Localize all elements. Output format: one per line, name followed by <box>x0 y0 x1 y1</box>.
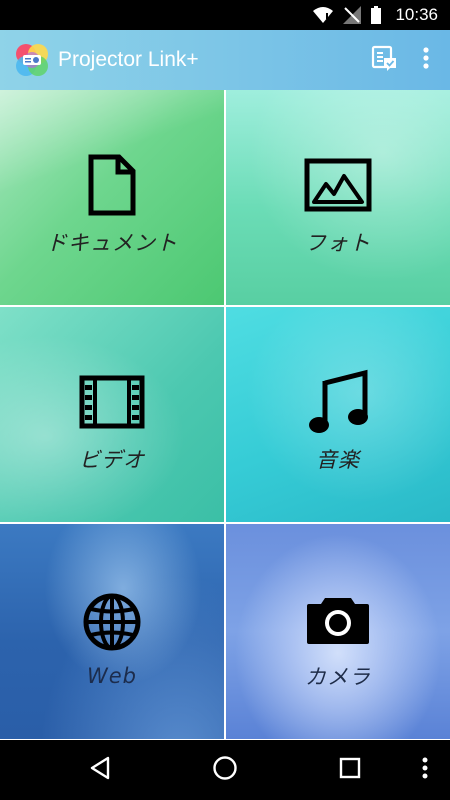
globe-icon <box>76 586 148 658</box>
recents-icon <box>339 757 361 783</box>
tile-video[interactable]: ビデオ <box>0 307 224 522</box>
wifi-icon <box>313 7 334 23</box>
more-vert-icon <box>422 46 430 74</box>
tile-music[interactable]: 音楽 <box>226 307 450 522</box>
recents-button[interactable] <box>330 750 370 790</box>
tile-photo[interactable]: フォト <box>226 90 450 305</box>
app-bar: Projector Link+ <box>0 30 450 90</box>
tile-label: Web <box>86 663 137 688</box>
battery-icon <box>371 6 382 24</box>
document-icon <box>76 149 148 221</box>
tile-label: カメラ <box>305 664 371 689</box>
status-time: 10:36 <box>395 5 438 24</box>
home-icon <box>212 755 238 785</box>
photo-icon <box>302 149 374 221</box>
app-title: Projector Link+ <box>58 48 199 71</box>
more-options-button[interactable] <box>408 30 444 90</box>
video-icon <box>76 366 148 438</box>
tile-label: ビデオ <box>79 447 145 472</box>
home-button[interactable] <box>205 750 245 790</box>
camera-icon <box>302 583 374 655</box>
overflow-icon <box>422 756 428 784</box>
tile-label: ドキュメント <box>46 230 178 255</box>
tile-label: フォト <box>305 230 371 255</box>
device-connect-icon <box>370 44 398 76</box>
overflow-button[interactable] <box>405 750 445 790</box>
tile-camera[interactable]: カメラ <box>226 524 450 739</box>
tile-document[interactable]: ドキュメント <box>0 90 224 305</box>
no-signal-icon <box>343 6 362 24</box>
feature-grid: ドキュメント フォト ビデオ 音楽 Web カメラ <box>0 90 450 740</box>
projector-link-logo <box>14 42 50 78</box>
navigation-bar <box>0 740 450 800</box>
back-button[interactable] <box>80 750 120 790</box>
device-connect-button[interactable] <box>360 30 408 90</box>
back-icon <box>89 756 111 784</box>
tile-label: 音楽 <box>316 447 360 472</box>
status-bar: 10:36 <box>0 0 450 30</box>
music-icon <box>302 366 374 438</box>
tile-web[interactable]: Web <box>0 524 224 739</box>
